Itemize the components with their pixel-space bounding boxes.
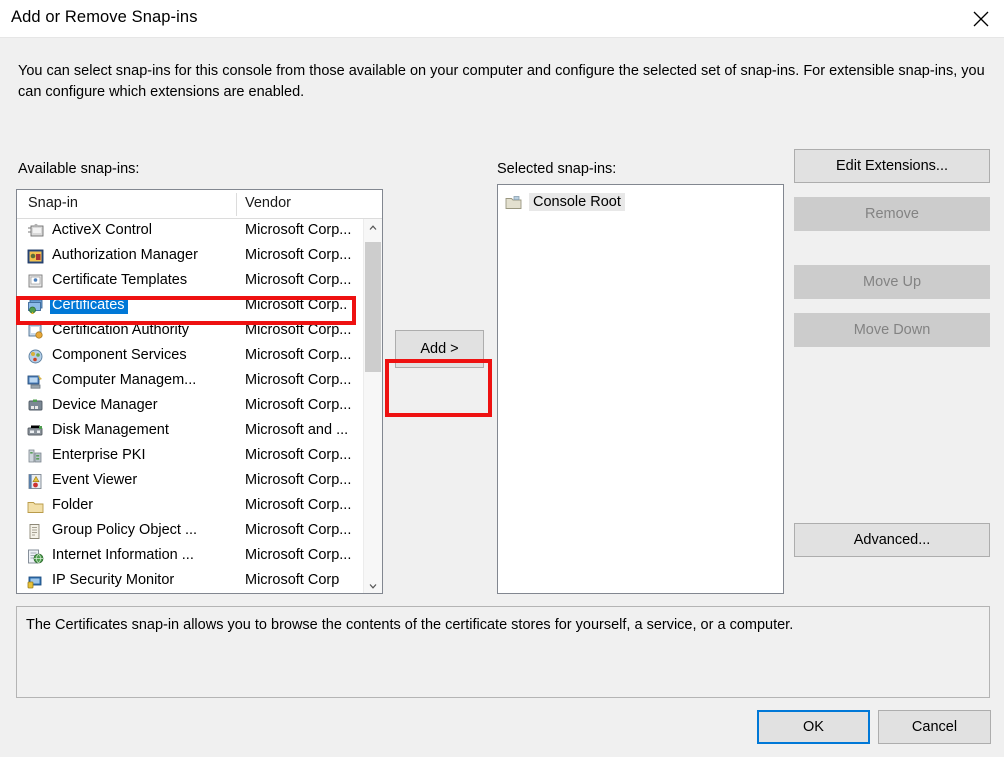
remove-button: Remove (794, 197, 990, 231)
snapin-name: Enterprise PKI (52, 447, 146, 463)
snapin-vendor: Microsoft Corp... (245, 222, 352, 238)
snapin-name: Disk Management (52, 422, 169, 438)
component-services-icon (27, 348, 44, 365)
scroll-down-icon[interactable] (364, 577, 382, 593)
console-root-label: Console Root (529, 193, 625, 211)
table-row[interactable]: IP Security Monitor Microsoft Corp (17, 569, 365, 593)
column-header-snapin[interactable]: Snap-in (28, 195, 78, 211)
certificates-icon (27, 298, 44, 315)
disk-management-icon (27, 423, 44, 440)
activex-control-icon (27, 223, 44, 240)
snapin-name: ActiveX Control (52, 222, 152, 238)
dialog-body: You can select snap-ins for this console… (0, 37, 1004, 757)
table-row[interactable]: Folder Microsoft Corp... (17, 494, 365, 519)
snapin-name: Group Policy Object ... (52, 522, 198, 538)
computer-management-icon (27, 373, 44, 390)
snapin-name: Computer Managem... (52, 372, 197, 388)
folder-icon (27, 498, 44, 515)
snapin-vendor: Microsoft Corp... (245, 247, 352, 263)
table-row[interactable]: Enterprise PKI Microsoft Corp... (17, 444, 365, 469)
table-row[interactable]: Component Services Microsoft Corp... (17, 344, 365, 369)
ip-security-monitor-icon (27, 573, 44, 590)
move-down-button: Move Down (794, 313, 990, 347)
snapin-vendor: Microsoft Corp... (245, 547, 352, 563)
list-rows-container: ActiveX Control Microsoft Corp... Authoriz… (17, 219, 365, 593)
table-row[interactable]: Internet Information ... Microsoft Corp..… (17, 544, 365, 569)
table-row[interactable]: ActiveX Control Microsoft Corp... (17, 219, 365, 244)
snapin-name: Certificate Templates (52, 272, 188, 288)
intro-text: You can select snap-ins for this console… (18, 63, 985, 100)
title-bar: Add or Remove Snap-ins (0, 0, 1004, 37)
snapin-name: Internet Information ... (52, 547, 194, 563)
list-item[interactable]: Console Root (505, 191, 625, 213)
table-row[interactable]: Group Policy Object ... Microsoft Corp... (17, 519, 365, 544)
scrollbar-thumb[interactable] (365, 242, 381, 372)
table-row[interactable]: Authorization Manager Microsoft Corp... (17, 244, 365, 269)
edit-extensions-button[interactable]: Edit Extensions... (794, 149, 990, 183)
cancel-button[interactable]: Cancel (878, 710, 991, 744)
add-button-wrap: Add > (387, 322, 492, 377)
close-icon[interactable] (958, 0, 1004, 37)
device-manager-icon (27, 398, 44, 415)
advanced-button[interactable]: Advanced... (794, 523, 990, 557)
column-header-vendor[interactable]: Vendor (245, 195, 291, 211)
snapin-name: Certification Authority (52, 322, 190, 338)
table-row[interactable]: Disk Management Microsoft and ... (17, 419, 365, 444)
snapin-vendor: Microsoft Corp... (245, 397, 352, 413)
snapin-vendor: Microsoft Corp.. (245, 297, 348, 313)
snapin-name: Component Services (52, 347, 187, 363)
snapin-vendor: Microsoft Corp... (245, 322, 352, 338)
folder-icon (505, 194, 522, 211)
certification-authority-icon (27, 323, 44, 340)
snapin-name: IP Security Monitor (52, 572, 175, 588)
table-row[interactable]: Certification Authority Microsoft Corp... (17, 319, 365, 344)
list-scrollbar[interactable] (363, 219, 382, 593)
snapin-name: Folder (52, 497, 94, 513)
selected-snapins-label: Selected snap-ins: (497, 161, 617, 177)
move-up-button: Move Up (794, 265, 990, 299)
snapin-name: Event Viewer (52, 472, 138, 488)
ok-button[interactable]: OK (757, 710, 870, 744)
snapin-vendor: Microsoft Corp... (245, 347, 352, 363)
column-divider (236, 193, 237, 216)
page-title: Add or Remove Snap-ins (11, 8, 198, 26)
snapin-vendor: Microsoft Corp... (245, 472, 352, 488)
snapin-vendor: Microsoft Corp... (245, 272, 352, 288)
description-box: The Certificates snap-in allows you to b… (16, 606, 990, 698)
scroll-up-icon[interactable] (364, 219, 382, 237)
certificate-templates-icon (27, 273, 44, 290)
enterprise-pki-icon (27, 448, 44, 465)
table-row[interactable]: Event Viewer Microsoft Corp... (17, 469, 365, 494)
available-snapins-label: Available snap-ins: (18, 161, 140, 177)
table-row[interactable]: Computer Managem... Microsoft Corp... (17, 369, 365, 394)
snapin-name: Certificates (50, 296, 128, 314)
snapin-vendor: Microsoft and ... (245, 422, 349, 438)
snapin-name: Device Manager (52, 397, 158, 413)
authorization-manager-icon (27, 248, 44, 265)
snapin-vendor: Microsoft Corp... (245, 447, 352, 463)
add-button[interactable]: Add > (395, 330, 484, 368)
table-row[interactable]: Certificate Templates Microsoft Corp... (17, 269, 365, 294)
table-row[interactable]: Certificates Microsoft Corp.. (17, 294, 365, 319)
snapin-vendor: Microsoft Corp (245, 572, 340, 588)
list-header: Snap-in Vendor (17, 190, 382, 219)
event-viewer-icon (27, 473, 44, 490)
selected-snapins-list[interactable]: Console Root (497, 184, 784, 594)
snapin-name: Authorization Manager (52, 247, 198, 263)
snapin-vendor: Microsoft Corp... (245, 497, 352, 513)
table-row[interactable]: Device Manager Microsoft Corp... (17, 394, 365, 419)
internet-information-icon (27, 548, 44, 565)
group-policy-object-icon (27, 523, 44, 540)
snapin-vendor: Microsoft Corp... (245, 522, 352, 538)
available-snapins-list[interactable]: Snap-in Vendor ActiveX Control Microsoft … (16, 189, 383, 594)
description-text: The Certificates snap-in allows you to b… (26, 617, 794, 633)
snapin-vendor: Microsoft Corp... (245, 372, 352, 388)
